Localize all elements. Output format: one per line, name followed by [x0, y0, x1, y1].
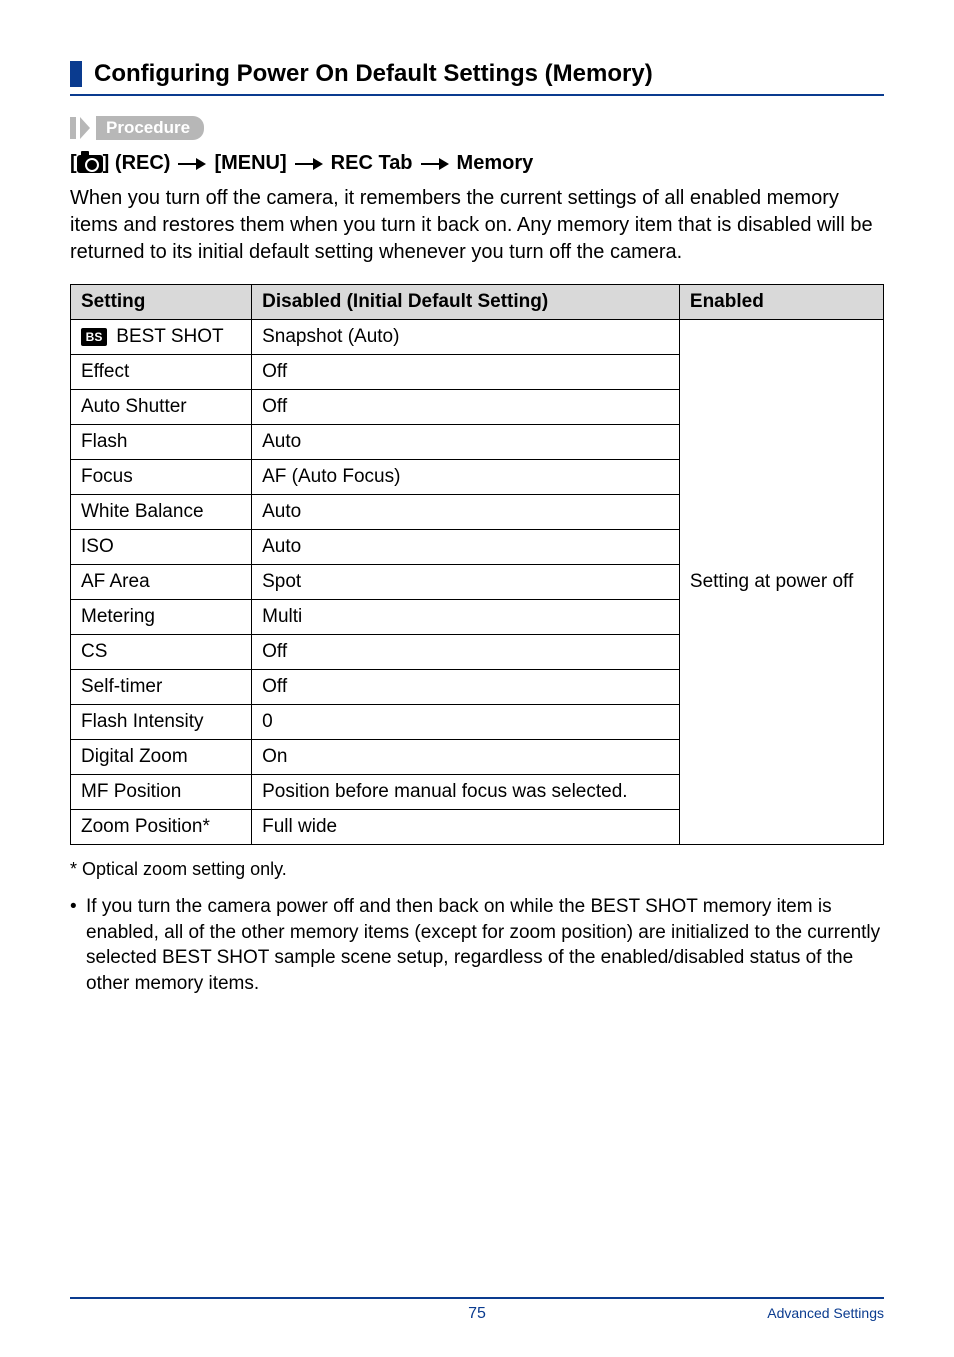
footnote-text: Optical zoom setting only.	[82, 859, 287, 879]
breadcrumb-memory: Memory	[457, 152, 534, 175]
breadcrumb-menu: [MENU]	[214, 152, 286, 175]
cell-disabled: AF (Auto Focus)	[252, 460, 680, 495]
bullet-note: • If you turn the camera power off and t…	[70, 894, 884, 997]
cell-disabled: Spot	[252, 565, 680, 600]
cell-setting: CS	[71, 635, 252, 670]
section-heading-container: Configuring Power On Default Settings (M…	[70, 60, 884, 96]
cell-disabled: 0	[252, 705, 680, 740]
cell-setting: AF Area	[71, 565, 252, 600]
cell-setting: Self-timer	[71, 670, 252, 705]
table-header-row: Setting Disabled (Initial Default Settin…	[71, 285, 884, 320]
cell-setting: Auto Shutter	[71, 390, 252, 425]
cell-disabled: Auto	[252, 425, 680, 460]
cell-disabled: Full wide	[252, 810, 680, 845]
bullet-dot: •	[70, 894, 86, 997]
breadcrumb-tab: REC Tab	[331, 152, 413, 175]
arrow-icon	[178, 157, 206, 171]
footnote-marker: *	[70, 859, 77, 879]
breadcrumb-rec: (REC)	[115, 152, 171, 174]
procedure-pill: Procedure	[96, 116, 204, 140]
footnote: * Optical zoom setting only.	[70, 859, 884, 880]
cell-setting: Flash	[71, 425, 252, 460]
cell-setting: MF Position	[71, 775, 252, 810]
arrow-icon	[421, 157, 449, 171]
table-row: BS BEST SHOTSnapshot (Auto)Setting at po…	[71, 320, 884, 355]
th-disabled: Disabled (Initial Default Setting)	[252, 285, 680, 320]
cell-setting-text: BEST SHOT	[111, 326, 224, 347]
intro-paragraph: When you turn off the camera, it remembe…	[70, 185, 884, 266]
bracket-close: ]	[103, 152, 110, 174]
cell-setting: Focus	[71, 460, 252, 495]
cell-disabled: Off	[252, 670, 680, 705]
breadcrumb-rec-group: [] (REC)	[70, 152, 170, 175]
cell-disabled: On	[252, 740, 680, 775]
cell-setting: ISO	[71, 530, 252, 565]
cell-setting: White Balance	[71, 495, 252, 530]
footer-rule	[70, 1297, 884, 1299]
cell-setting: BS BEST SHOT	[71, 320, 252, 355]
cell-enabled: Setting at power off	[679, 320, 883, 845]
arrow-icon	[295, 157, 323, 171]
page-number: 75	[468, 1305, 486, 1323]
cell-setting: Digital Zoom	[71, 740, 252, 775]
section-heading: Configuring Power On Default Settings (M…	[94, 60, 653, 88]
bullet-text: If you turn the camera power off and the…	[86, 894, 884, 997]
settings-table: Setting Disabled (Initial Default Settin…	[70, 284, 884, 845]
th-enabled: Enabled	[679, 285, 883, 320]
cell-setting: Zoom Position*	[71, 810, 252, 845]
cell-setting: Effect	[71, 355, 252, 390]
footer-section: Advanced Settings	[767, 1305, 884, 1321]
cell-disabled: Off	[252, 635, 680, 670]
cell-disabled: Off	[252, 390, 680, 425]
procedure-label-row: Procedure	[70, 116, 884, 140]
cell-setting: Flash Intensity	[71, 705, 252, 740]
cell-disabled: Auto	[252, 530, 680, 565]
page-footer: 75 Advanced Settings	[0, 1297, 954, 1323]
cell-disabled: Off	[252, 355, 680, 390]
heading-accent-bar	[70, 61, 82, 87]
cell-disabled: Auto	[252, 495, 680, 530]
bracket-open: [	[70, 152, 77, 174]
cell-disabled: Position before manual focus was selecte…	[252, 775, 680, 810]
bs-icon: BS	[81, 328, 107, 346]
cell-disabled: Multi	[252, 600, 680, 635]
camera-icon	[77, 155, 103, 173]
cell-setting: Metering	[71, 600, 252, 635]
cell-disabled: Snapshot (Auto)	[252, 320, 680, 355]
breadcrumb: [] (REC) [MENU] REC Tab Memory	[70, 152, 884, 175]
procedure-vertical-bar	[70, 117, 76, 139]
th-setting: Setting	[71, 285, 252, 320]
